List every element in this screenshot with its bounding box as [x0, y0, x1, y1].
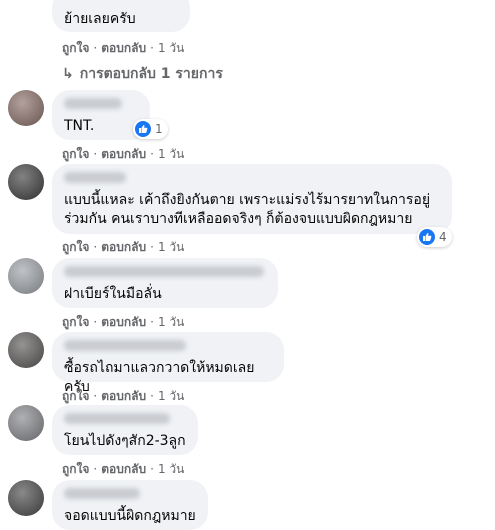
comment-text: โยนไปดังๆสัก2-3ลูก — [64, 433, 186, 449]
separator-dot: · — [93, 147, 98, 161]
comment-bubble: ฝาเบียร์ในมือลั่น — [52, 258, 278, 308]
avatar[interactable] — [8, 405, 44, 441]
comment-bubble: แบบนี้แหละ เค้าถึงยิงกันตาย เพราะแม่รงไร… — [52, 164, 452, 234]
comment-bubble: โยนไปดังๆสัก2-3ลูก — [52, 405, 198, 455]
timestamp[interactable]: 1 วัน — [158, 313, 184, 332]
separator-dot: · — [93, 240, 98, 254]
reply-link[interactable]: ตอบกลับ — [101, 387, 146, 406]
avatar[interactable] — [8, 90, 44, 126]
like-link[interactable]: ถูกใจ — [62, 39, 89, 58]
comment-bubble: ซื้อรถไถมาแลวกวาดให้หมดเลยครับ — [52, 332, 284, 395]
view-replies-label: การตอบกลับ 1 รายการ — [79, 66, 223, 82]
comment-actions: ถูกใจ · ตอบกลับ · 1 วัน — [62, 145, 184, 164]
comment-text: แบบนี้แหละ เค้าถึงยิงกันตาย เพราะแม่รงไร… — [64, 192, 431, 227]
separator-dot: · — [150, 240, 154, 254]
separator-dot: · — [93, 41, 98, 55]
reply-link[interactable]: ตอบกลับ — [101, 145, 146, 164]
like-link[interactable]: ถูกใจ — [62, 460, 89, 479]
comment-text: ย้ายเลยครับ — [64, 11, 136, 27]
reply-link[interactable]: ตอบกลับ — [101, 460, 146, 479]
author-name-blurred[interactable] — [64, 488, 140, 499]
comment-bubble: ย้ายเลยครับ — [52, 0, 190, 32]
comment-text: จอดแบบนี้ผิดกฎหมาย — [64, 508, 196, 524]
separator-dot: · — [150, 147, 154, 161]
comment-text: TNT. — [64, 118, 95, 134]
separator-dot: · — [150, 389, 154, 403]
avatar[interactable] — [8, 258, 44, 294]
like-link[interactable]: ถูกใจ — [62, 313, 89, 332]
comment-text: ฝาเบียร์ในมือลั่น — [64, 286, 162, 302]
reply-link[interactable]: ตอบกลับ — [101, 39, 146, 58]
author-name-blurred[interactable] — [64, 413, 170, 424]
comment-actions: ถูกใจ · ตอบกลับ · 1 วัน — [62, 460, 184, 479]
author-name-blurred[interactable] — [64, 266, 264, 277]
timestamp[interactable]: 1 วัน — [158, 39, 184, 58]
like-icon — [135, 121, 151, 137]
reply-link[interactable]: ตอบกลับ — [101, 313, 146, 332]
timestamp[interactable]: 1 วัน — [158, 145, 184, 164]
like-link[interactable]: ถูกใจ — [62, 387, 89, 406]
timestamp[interactable]: 1 วัน — [158, 460, 184, 479]
comment-actions: ถูกใจ · ตอบกลับ · 1 วัน — [62, 238, 184, 257]
separator-dot: · — [150, 315, 154, 329]
like-link[interactable]: ถูกใจ — [62, 145, 89, 164]
author-name-blurred[interactable] — [64, 172, 126, 183]
reaction-count[interactable]: 1 — [133, 119, 168, 139]
separator-dot: · — [150, 462, 154, 476]
reaction-count[interactable]: 4 — [417, 227, 452, 247]
comment-actions: ถูกใจ · ตอบกลับ · 1 วัน — [62, 313, 184, 332]
reply-arrow-icon: ↳ — [62, 66, 74, 82]
like-icon — [419, 229, 435, 245]
separator-dot: · — [93, 389, 98, 403]
separator-dot: · — [150, 41, 154, 55]
separator-dot: · — [93, 315, 98, 329]
timestamp[interactable]: 1 วัน — [158, 387, 184, 406]
avatar[interactable] — [8, 480, 44, 516]
comment-actions: ถูกใจ · ตอบกลับ · 1 วัน — [62, 39, 184, 58]
avatar[interactable] — [8, 164, 44, 200]
reaction-number: 1 — [155, 122, 163, 136]
timestamp[interactable]: 1 วัน — [158, 238, 184, 257]
reaction-number: 4 — [439, 230, 447, 244]
author-name-blurred[interactable] — [64, 98, 122, 109]
like-link[interactable]: ถูกใจ — [62, 238, 89, 257]
author-name-blurred[interactable] — [64, 340, 186, 351]
comment-bubble: จอดแบบนี้ผิดกฎหมาย — [52, 480, 208, 530]
avatar[interactable] — [8, 332, 44, 368]
reply-link[interactable]: ตอบกลับ — [101, 238, 146, 257]
view-replies-link[interactable]: ↳ การตอบกลับ 1 รายการ — [62, 63, 223, 85]
comment-actions: ถูกใจ · ตอบกลับ · 1 วัน — [62, 387, 184, 406]
separator-dot: · — [93, 462, 98, 476]
